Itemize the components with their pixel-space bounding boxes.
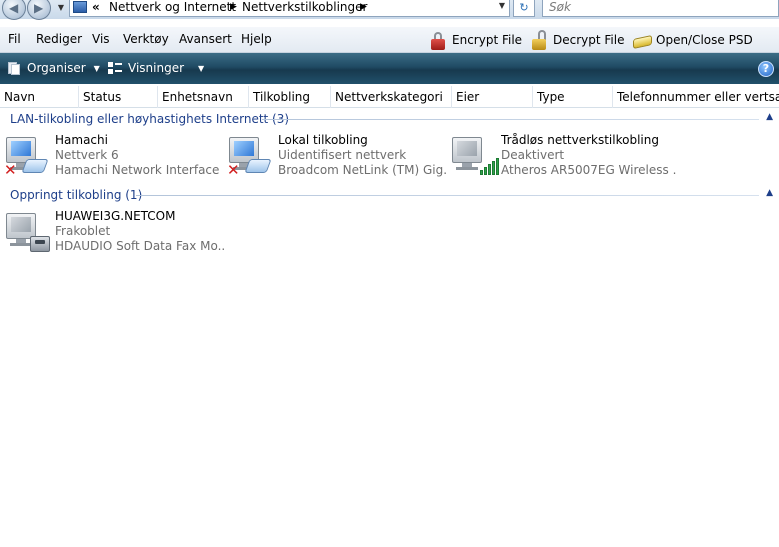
menu-fil[interactable]: Fil (8, 32, 21, 46)
connection-status: Deaktivert (501, 148, 565, 162)
column-header-tilkobling[interactable]: Tilkobling (249, 86, 331, 108)
column-header-navn[interactable]: Navn (0, 86, 79, 108)
connection-item-tradlos[interactable]: Trådløs nettverkstilkobling Deaktivert A… (450, 133, 676, 179)
menu-verktoy[interactable]: Verktøy (123, 32, 169, 46)
menu-avansert[interactable]: Avansert (179, 32, 232, 46)
collapse-chevron-icon[interactable]: ▲ (766, 112, 773, 122)
connection-status: Uidentifisert nettverk (278, 148, 407, 162)
decrypt-file-label: Decrypt File (553, 33, 625, 47)
control-panel-icon (73, 1, 87, 13)
refresh-button[interactable]: ↻ (513, 0, 535, 17)
connection-device: Atheros AR5007EG Wireless ... (501, 163, 676, 177)
encrypt-file-button[interactable]: Encrypt File (428, 29, 522, 51)
breadcrumb-nettverkstilkoblinger[interactable]: Nettverkstilkoblinger (242, 0, 367, 14)
lock-closed-icon (428, 30, 448, 50)
back-button[interactable]: ◀ (2, 0, 26, 20)
refresh-icon: ↻ (519, 1, 529, 14)
breadcrumb-separator-icon[interactable]: ▶ (360, 0, 367, 14)
column-header-row: Navn Status Enhetsnavn Tilkobling Nettve… (0, 86, 779, 108)
lock-open-icon (529, 30, 549, 50)
address-bar: ◀ ▶ ▼ « Nettverk og Internett ▶ Nettverk… (0, 0, 779, 20)
collapse-chevron-icon[interactable]: ▲ (766, 188, 773, 198)
breadcrumb-separator-icon[interactable]: ▶ (230, 0, 237, 14)
open-close-psd-button[interactable]: Open/Close PSD (632, 29, 753, 51)
recent-pages-dropdown[interactable]: ▼ (56, 3, 66, 15)
organize-label: Organiser (27, 61, 86, 75)
connection-item-huawei3g[interactable]: HUAWEI3G.NETCOM Frakoblet HDAUDIO Soft D… (4, 209, 225, 255)
connection-name: Hamachi (55, 133, 108, 147)
wireless-signal-icon (450, 133, 500, 179)
menu-rediger[interactable]: Rediger (36, 32, 82, 46)
forward-arrow-icon: ▶ (34, 1, 44, 15)
menu-bar: Fil Rediger Vis Verktøy Avansert Hjelp E… (0, 27, 779, 53)
chevron-down-icon: ▼ (93, 63, 100, 73)
organize-button[interactable]: Organiser ▼ (7, 61, 100, 75)
column-header-type[interactable]: Type (533, 86, 613, 108)
network-disconnected-icon: ✕ (4, 133, 54, 179)
dialup-modem-icon (4, 209, 54, 255)
group-label: Oppringt tilkobling (1) (10, 188, 143, 202)
column-header-telefonnummer[interactable]: Telefonnummer eller vertsa... (613, 86, 779, 108)
help-button[interactable]: ? (758, 61, 774, 77)
views-button[interactable]: Visninger ▼ (108, 61, 204, 75)
connection-status: Nettverk 6 (55, 148, 119, 162)
search-input[interactable]: Søk (542, 0, 779, 17)
group-divider (136, 195, 759, 196)
column-header-nettverkskategori[interactable]: Nettverkskategori (331, 86, 452, 108)
breadcrumb-nettverk-og-internett[interactable]: Nettverk og Internett (109, 0, 236, 14)
group-divider (262, 119, 759, 120)
open-close-psd-label: Open/Close PSD (656, 33, 753, 47)
forward-button[interactable]: ▶ (27, 0, 51, 20)
menu-hjelp[interactable]: Hjelp (241, 32, 272, 46)
address-field[interactable]: « Nettverk og Internett ▶ Nettverkstilko… (69, 0, 510, 17)
connection-device: Broadcom NetLink (TM) Gig... (278, 163, 448, 177)
connection-device: Hamachi Network Interface (55, 163, 220, 177)
connection-item-lokal-tilkobling[interactable]: ✕ Lokal tilkobling Uidentifisert nettver… (227, 133, 448, 179)
column-header-eier[interactable]: Eier (452, 86, 533, 108)
back-arrow-icon: ◀ (9, 1, 19, 15)
drive-icon (632, 30, 652, 50)
group-label: LAN-tilkobling eller høyhastighets Inter… (10, 112, 290, 126)
connection-item-hamachi[interactable]: ✕ Hamachi Nettverk 6 Hamachi Network Int… (4, 133, 224, 179)
chevron-down-icon: ▼ (198, 63, 205, 73)
address-dropdown-icon[interactable]: ▼ (499, 1, 505, 10)
command-bar: Organiser ▼ Visninger ▼ ? (0, 53, 779, 84)
column-header-status[interactable]: Status (79, 86, 158, 108)
network-disconnected-icon: ✕ (227, 133, 277, 179)
breadcrumb-overflow[interactable]: « (92, 0, 100, 14)
views-icon (108, 61, 122, 75)
connection-name: Trådløs nettverkstilkobling (501, 133, 659, 147)
decrypt-file-button[interactable]: Decrypt File (529, 29, 624, 51)
connection-device: HDAUDIO Soft Data Fax Mo... (55, 239, 225, 253)
menu-vis[interactable]: Vis (92, 32, 110, 46)
group-header-oppringt[interactable]: Oppringt tilkobling (1) ▲ (0, 187, 779, 205)
views-label: Visninger (128, 61, 185, 75)
connection-name: HUAWEI3G.NETCOM (55, 209, 176, 223)
group-header-lan[interactable]: LAN-tilkobling eller høyhastighets Inter… (0, 111, 779, 129)
search-placeholder: Søk (549, 0, 571, 14)
connection-name: Lokal tilkobling (278, 133, 368, 147)
encrypt-file-label: Encrypt File (452, 33, 523, 47)
organize-icon (7, 61, 21, 75)
column-header-enhetsnavn[interactable]: Enhetsnavn (158, 86, 249, 108)
connection-status: Frakoblet (55, 224, 111, 238)
